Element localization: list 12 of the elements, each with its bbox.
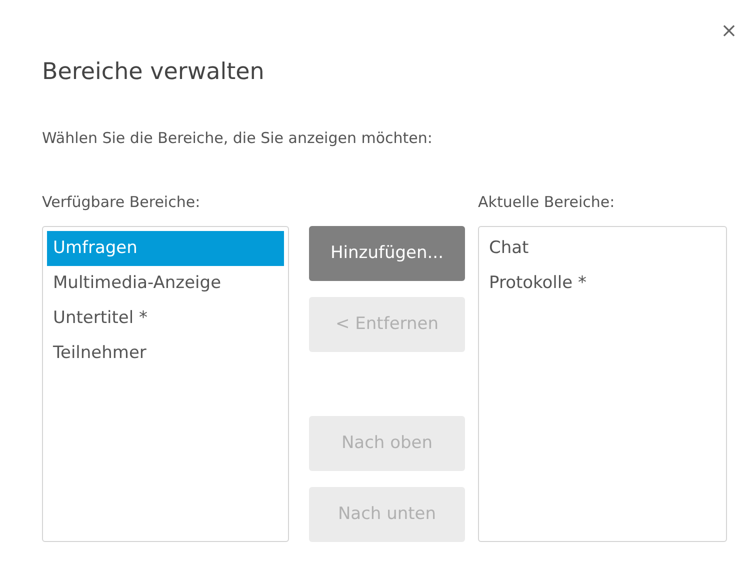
list-item[interactable]: Chat	[483, 231, 722, 266]
list-item[interactable]: Multimedia-Anzeige	[47, 266, 284, 301]
list-label: Aktuelle Bereiche:	[478, 192, 616, 213]
list-item[interactable]: Untertitel *	[47, 301, 284, 336]
list-label: Verfügbare Bereiche:	[42, 192, 202, 213]
dialog-title: Bereiche verwalten	[42, 58, 264, 87]
close-button[interactable]: ×	[717, 18, 741, 42]
list-item[interactable]: Umfragen	[47, 231, 284, 266]
action-button[interactable]: Hinzufügen...	[309, 226, 465, 281]
list-item[interactable]: Teilnehmer	[47, 336, 284, 371]
instruction-text: Wählen Sie die Bereiche, die Sie anzeigen möchten:	[42, 128, 432, 149]
list-item[interactable]: Protokolle *	[483, 266, 722, 301]
